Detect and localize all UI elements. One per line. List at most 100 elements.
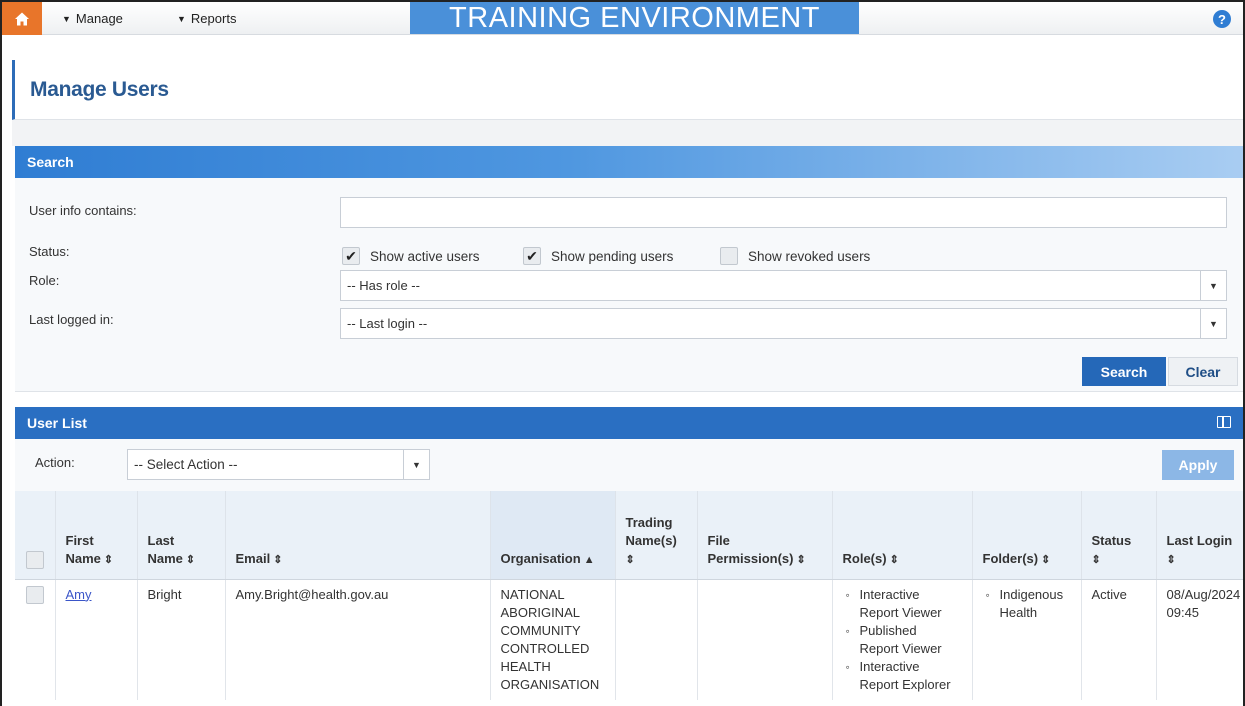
role-text: Published (859, 622, 917, 638)
col-trading-names[interactable]: Trading Name(s) ⇕ (615, 491, 698, 580)
cell-status: Active (1081, 579, 1157, 700)
role-text: Report Viewer (859, 640, 942, 656)
col-last-name[interactable]: Last Name ⇕ (137, 491, 226, 580)
dropdown-arrow-icon[interactable]: ▼ (403, 450, 429, 479)
col-first-name-line2: Name (65, 550, 101, 566)
reports-menu-label: Reports (190, 11, 237, 26)
page-header: Manage Users (12, 60, 1243, 120)
role-item: Interactive Report Explorer (843, 658, 962, 694)
col-trading-line2: Name(s) (625, 532, 677, 548)
col-folders-label: Folder(s) (982, 550, 1039, 566)
col-status-label: Status (1091, 532, 1132, 548)
role-select-value: -- Has role -- (347, 278, 420, 293)
clear-button[interactable]: Clear (1168, 357, 1238, 386)
first-name-link[interactable]: Amy (66, 587, 92, 602)
cell-trading-names (615, 579, 698, 700)
home-button[interactable] (2, 2, 42, 35)
role-item: Published Report Viewer (843, 622, 962, 658)
cell-folders: Indigenous Health (972, 579, 1082, 700)
role-text: Interactive (859, 658, 920, 674)
col-file-line2: Permission(s) (707, 550, 794, 566)
folder-text: Indigenous (999, 586, 1064, 602)
show-active-label: Show active users (370, 248, 480, 264)
col-roles-label: Role(s) (842, 550, 887, 566)
select-all-checkbox[interactable] (26, 550, 44, 569)
sort-icon: ⇕ (273, 553, 283, 566)
show-active-checkbox[interactable]: ✔ Show active users (342, 247, 480, 265)
role-text: Report Explorer (859, 676, 951, 692)
org-line: HEALTH (500, 658, 551, 674)
col-last-login-label: Last Login (1166, 532, 1233, 548)
org-line: ABORIGINAL (500, 604, 580, 620)
show-revoked-checkbox[interactable]: Show revoked users (720, 247, 870, 265)
col-email-label: Email (235, 550, 271, 566)
action-label: Action: (35, 455, 75, 470)
help-icon[interactable]: ? (1213, 10, 1231, 28)
row-select-cell (15, 579, 56, 700)
col-last-login[interactable]: Last Login ⇕ (1156, 491, 1243, 580)
user-table: First Name ⇕ Last Name ⇕ Email ⇕ Organisation… (15, 491, 1243, 700)
role-label: Role: (29, 273, 60, 288)
action-select[interactable]: -- Select Action -- ▼ (127, 449, 430, 480)
org-line: NATIONAL (500, 586, 565, 602)
row-checkbox[interactable] (26, 585, 44, 604)
dropdown-arrow-icon[interactable]: ▼ (1200, 309, 1226, 338)
checkmark-icon: ✔ (523, 247, 541, 265)
search-button[interactable]: Search (1082, 357, 1166, 386)
roles-list: Interactive Report Viewer Published Report… (843, 586, 962, 694)
manage-menu[interactable]: ▼ Manage (62, 2, 123, 35)
cell-first-name: Amy (55, 579, 138, 700)
show-pending-label: Show pending users (551, 248, 674, 264)
manage-menu-label: Manage (75, 11, 123, 26)
folder-text: Health (999, 604, 1038, 620)
columns-icon[interactable] (1217, 416, 1231, 428)
col-status[interactable]: Status ⇕ (1081, 491, 1157, 580)
cell-email: Amy.Bright@health.gov.au (225, 579, 491, 700)
col-organisation[interactable]: Organisation ▲ (490, 491, 616, 580)
table-header-row: First Name ⇕ Last Name ⇕ Email ⇕ Organisation… (15, 491, 1243, 580)
col-folders[interactable]: Folder(s) ⇕ (972, 491, 1082, 580)
sort-icon: ⇕ (889, 553, 899, 566)
page-title: Manage Users (30, 78, 169, 101)
role-select[interactable]: -- Has role -- ▼ (340, 270, 1227, 301)
col-email[interactable]: Email ⇕ (225, 491, 491, 580)
folder-item: Indigenous Health (983, 586, 1071, 622)
col-trading-line1: Trading (625, 514, 673, 530)
select-all-cell (15, 491, 56, 580)
sort-ascending-icon: ▲ (583, 553, 595, 566)
role-text: Interactive (859, 586, 920, 602)
checkmark-icon: ✔ (342, 247, 360, 265)
sort-icon: ⇕ (103, 553, 114, 566)
role-item: Interactive Report Viewer (843, 586, 962, 622)
org-line: COMMUNITY (500, 622, 581, 638)
user-list-title: User List (27, 415, 87, 431)
last-login-date: 08/Aug/2024 (1166, 586, 1241, 602)
sort-icon: ⇕ (796, 553, 806, 566)
cell-last-name: Bright (137, 579, 226, 700)
user-info-label: User info contains: (29, 203, 137, 218)
apply-button[interactable]: Apply (1162, 450, 1234, 480)
last-login-select[interactable]: -- Last login -- ▼ (340, 308, 1227, 339)
user-info-input[interactable] (340, 197, 1227, 228)
last-login-time: 09:45 (1166, 604, 1200, 620)
home-icon (15, 12, 29, 25)
dropdown-arrow-icon[interactable]: ▼ (1200, 271, 1226, 300)
col-roles[interactable]: Role(s) ⇕ (832, 491, 973, 580)
sort-icon: ⇕ (625, 553, 635, 566)
sort-icon: ⇕ (1041, 553, 1051, 566)
show-pending-checkbox[interactable]: ✔ Show pending users (523, 247, 673, 265)
caret-down-icon: ▼ (62, 13, 71, 24)
sort-icon: ⇕ (185, 553, 196, 566)
last-login-select-value: -- Last login -- (347, 316, 428, 331)
caret-down-icon: ▼ (177, 13, 186, 24)
show-revoked-label: Show revoked users (748, 248, 871, 264)
col-file-permissions[interactable]: File Permission(s) ⇕ (697, 491, 833, 580)
col-file-line1: File (707, 532, 730, 548)
top-nav: ▼ Manage ▼ Reports TRAINING ENVIRONMENT … (2, 2, 1243, 35)
col-first-name[interactable]: First Name ⇕ (55, 491, 138, 580)
col-first-name-line1: First (65, 532, 94, 548)
reports-menu[interactable]: ▼ Reports (177, 2, 236, 35)
cell-organisation: NATIONAL ABORIGINAL COMMUNITY CONTROLLED… (490, 579, 616, 700)
cell-roles: Interactive Report Viewer Published Report… (832, 579, 973, 700)
org-line: CONTROLLED (500, 640, 590, 656)
